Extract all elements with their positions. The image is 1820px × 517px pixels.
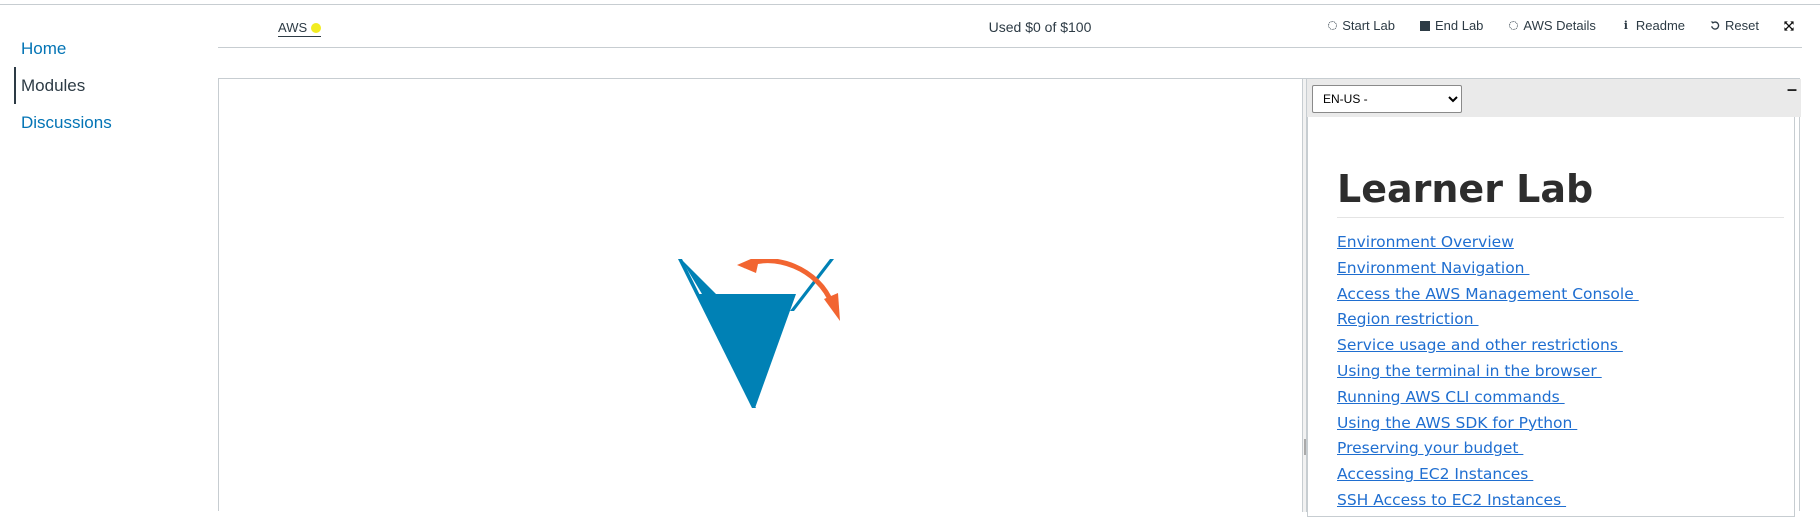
reset-button[interactable]: Reset [1710, 18, 1759, 33]
toc-item: Region restriction [1337, 307, 1794, 333]
lab-toolbar: AWS Used $0 of $100 Start Lab End Lab AW… [218, 8, 1802, 48]
readme-header: EN-US - – [1307, 79, 1801, 117]
toc-item: SSH Access to EC2 Instances [1337, 488, 1794, 514]
splitter-grip-icon[interactable] [1304, 439, 1306, 455]
readme-title: Learner Lab [1337, 167, 1784, 218]
table-of-contents: Environment Overview Environment Navigat… [1337, 230, 1794, 514]
toc-item: Accessing EC2 Instances [1337, 462, 1794, 488]
top-divider [0, 4, 1820, 5]
toc-item: Preserving your budget [1337, 436, 1794, 462]
toc-link[interactable]: Accessing EC2 Instances [1337, 465, 1533, 483]
nav-discussions[interactable]: Discussions [14, 104, 194, 141]
toc-item: Environment Overview [1337, 230, 1794, 256]
readme-panel: EN-US - – Learner Lab Environment Overvi… [1307, 79, 1801, 517]
aws-details-button[interactable]: AWS Details [1508, 18, 1596, 33]
toc-item: Environment Navigation [1337, 256, 1794, 282]
nav-home[interactable]: Home [14, 30, 194, 67]
toc-link[interactable]: Using the AWS SDK for Python [1337, 414, 1577, 432]
toc-item: Running AWS CLI commands [1337, 385, 1794, 411]
readme-content: Learner Lab Environment Overview Environ… [1307, 117, 1795, 517]
vocareum-logo [678, 259, 840, 408]
toc-item: Using the terminal in the browser [1337, 359, 1794, 385]
end-lab-label: End Lab [1434, 18, 1484, 33]
start-lab-button[interactable]: Start Lab [1327, 18, 1395, 33]
spinner-icon [1508, 20, 1518, 32]
reset-icon [1710, 20, 1720, 32]
toc-link[interactable]: Environment Overview [1337, 233, 1514, 251]
toc-link[interactable]: Region restriction [1337, 310, 1479, 328]
language-select[interactable]: EN-US - [1312, 85, 1462, 113]
reset-label: Reset [1725, 18, 1759, 33]
stop-square-icon [1419, 20, 1430, 32]
aws-details-label: AWS Details [1523, 18, 1596, 33]
toc-link[interactable]: Using the terminal in the browser [1337, 362, 1602, 380]
lab-frame: EN-US - – Learner Lab Environment Overvi… [218, 78, 1801, 517]
fullscreen-button[interactable] [1784, 20, 1794, 32]
toc-link[interactable]: Environment Navigation [1337, 259, 1529, 277]
nav-modules[interactable]: Modules [14, 67, 194, 104]
toc-link[interactable]: Preserving your budget [1337, 439, 1523, 457]
course-navigation: Home Modules Discussions [14, 30, 194, 141]
toc-link[interactable]: Running AWS CLI commands [1337, 388, 1565, 406]
readme-label: Readme [1635, 18, 1686, 33]
collapse-icon[interactable]: – [1787, 79, 1797, 100]
toc-item: Using the AWS SDK for Python [1337, 411, 1794, 437]
lab-workspace-pane [219, 79, 1302, 512]
end-lab-button[interactable]: End Lab [1419, 18, 1484, 33]
toc-link[interactable]: SSH Access to EC2 Instances [1337, 491, 1566, 509]
spinner-icon [1327, 20, 1337, 32]
toc-item: Service usage and other restrictions [1337, 333, 1794, 359]
toc-item: Access the AWS Management Console [1337, 282, 1794, 308]
toolbar-actions: Start Lab End Lab AWS Details i Readme R… [1302, 18, 1802, 33]
info-icon: i [1623, 19, 1628, 32]
toc-link[interactable]: Service usage and other restrictions [1337, 336, 1623, 354]
expand-icon [1784, 20, 1794, 32]
toc-link[interactable]: Access the AWS Management Console [1337, 285, 1639, 303]
start-lab-label: Start Lab [1342, 18, 1395, 33]
readme-button[interactable]: i Readme [1621, 18, 1685, 33]
